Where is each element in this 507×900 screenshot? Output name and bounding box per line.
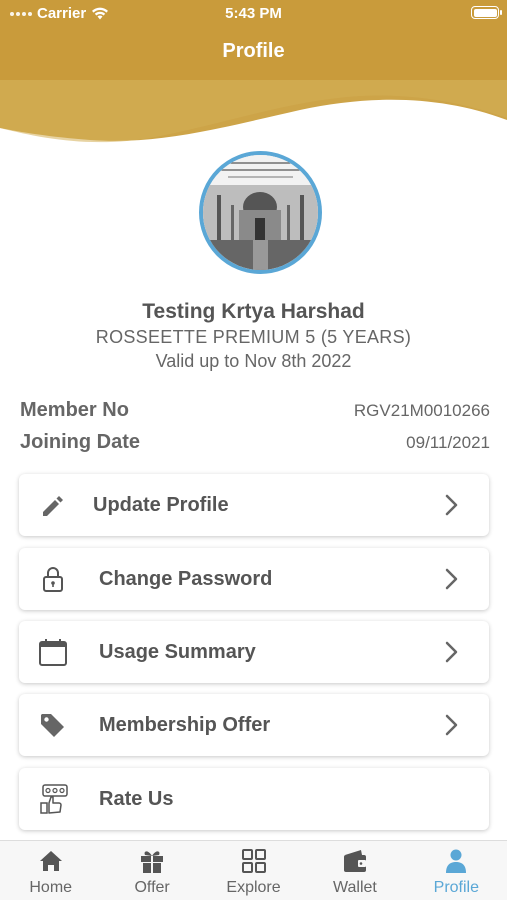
tab-wallet[interactable]: Wallet [304, 841, 405, 900]
update-profile-button[interactable]: Update Profile [19, 474, 489, 536]
tag-icon [41, 714, 64, 737]
rate-hand-icon [40, 784, 68, 814]
member-no-value: RGV21M0010266 [353, 400, 490, 420]
member-no-row: Member No RGV21M0010266 [20, 399, 490, 422]
tab-offer-label: Offer [134, 879, 170, 896]
change-password-label: Change Password [99, 567, 273, 590]
tab-profile[interactable]: Profile [406, 841, 507, 900]
person-icon [446, 849, 467, 873]
tab-explore-label: Explore [226, 879, 281, 896]
home-icon [39, 851, 62, 871]
membership-plan: ROSSEETTE PREMIUM 5 (5 YEARS) [95, 327, 412, 347]
status-bar: Carrier 5:43 PM [0, 0, 507, 28]
page-title: Profile [222, 40, 285, 62]
joining-date-label: Joining Date [20, 431, 141, 453]
usage-summary-button[interactable]: Usage Summary [19, 621, 489, 683]
tab-home[interactable]: Home [0, 841, 101, 900]
lock-icon [43, 567, 63, 592]
usage-summary-label: Usage Summary [99, 640, 256, 663]
member-name: Testing Krtya Harshad [142, 300, 365, 323]
tab-home-label: Home [29, 879, 73, 896]
status-time: 5:43 PM [225, 5, 282, 22]
tab-profile-label: Profile [433, 879, 479, 896]
change-password-button[interactable]: Change Password [19, 548, 489, 610]
chevron-right-icon [445, 714, 458, 736]
tab-wallet-label: Wallet [332, 879, 377, 896]
rate-us-button[interactable]: Rate Us [19, 768, 489, 830]
joining-date-row: Joining Date 09/11/2021 [20, 431, 490, 454]
calendar-icon [39, 639, 67, 666]
rate-us-label: Rate Us [99, 787, 174, 810]
wallet-icon [343, 850, 366, 872]
chevron-right-icon [445, 641, 458, 663]
membership-offer-label: Membership Offer [99, 713, 271, 736]
tab-explore[interactable]: Explore [203, 841, 304, 900]
bottom-tab-bar: Home Offer Explore Wallet Profile [0, 840, 507, 900]
taj-mahal-photo [203, 155, 318, 270]
chevron-right-icon [445, 494, 458, 516]
battery-icon [471, 6, 502, 19]
chevron-right-icon [445, 568, 458, 590]
avatar[interactable] [199, 151, 322, 274]
update-profile-label: Update Profile [93, 493, 229, 516]
membership-offer-button[interactable]: Membership Offer [19, 694, 489, 756]
member-no-label: Member No [20, 399, 129, 421]
validity-text: Valid up to Nov 8th 2022 [155, 351, 352, 371]
pencil-icon [43, 496, 63, 516]
tab-offer[interactable]: Offer [101, 841, 202, 900]
gift-icon [141, 851, 164, 873]
grid-icon [241, 849, 266, 873]
joining-date-value: 09/11/2021 [406, 432, 490, 452]
